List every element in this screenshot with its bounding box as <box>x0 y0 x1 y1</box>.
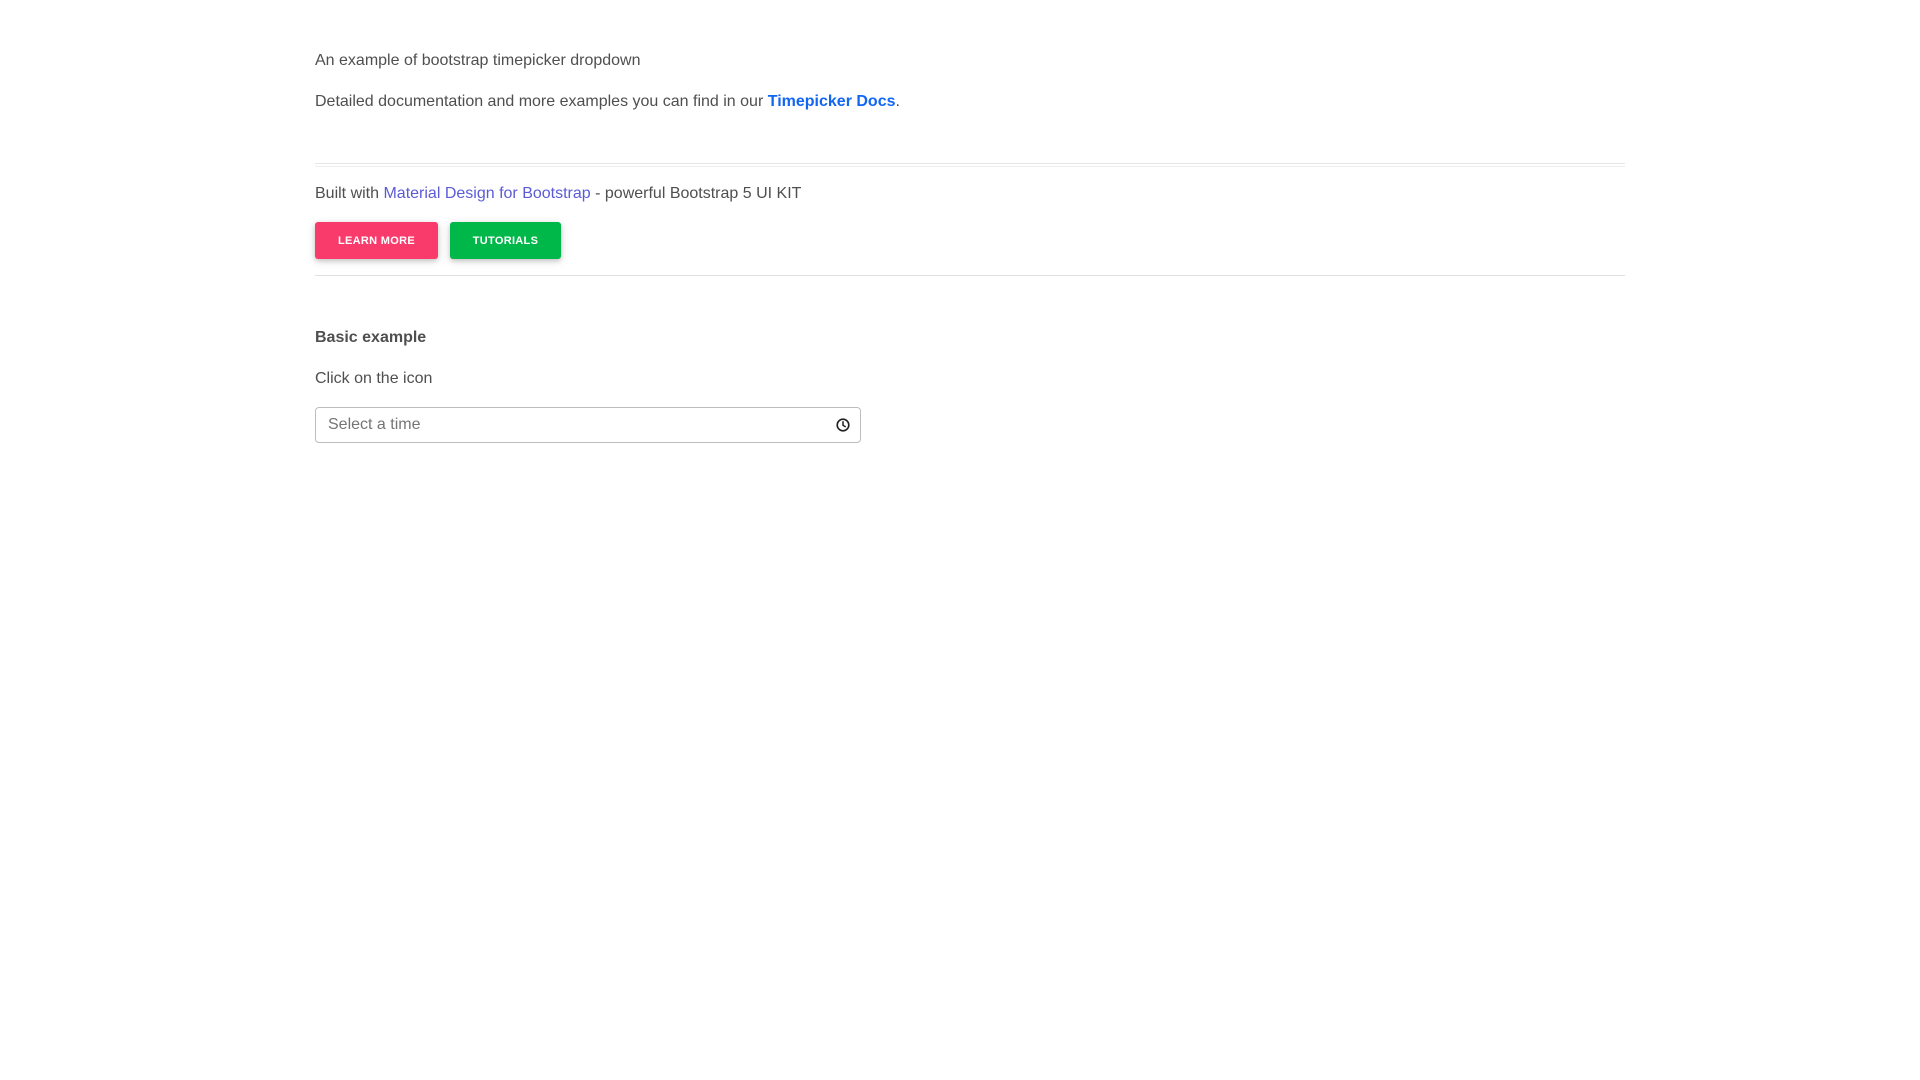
click-hint-text: Click on the icon <box>315 370 433 387</box>
built-suffix: - powerful Bootstrap 5 UI KIT <box>590 185 802 202</box>
built-prefix: Built with <box>315 185 384 202</box>
timepicker-field <box>315 407 861 443</box>
divider-bottom <box>315 275 1625 276</box>
docs-paragraph: Detailed documentation and more examples… <box>315 91 900 113</box>
clock-icon[interactable] <box>834 416 852 434</box>
built-with-text: Built with Material Design for Bootstrap… <box>315 183 801 205</box>
section-title: Basic example <box>315 329 427 346</box>
docs-suffix: . <box>895 93 900 110</box>
learn-more-button[interactable]: LEARN MORE <box>315 222 438 259</box>
time-input[interactable] <box>316 408 816 442</box>
timepicker-docs-link[interactable]: Timepicker Docs <box>768 93 896 110</box>
docs-prefix: Detailed documentation and more examples… <box>315 93 768 110</box>
clock-icon-svg <box>836 418 850 432</box>
page: An example of bootstrap timepicker dropd… <box>0 0 1920 1080</box>
tutorials-button[interactable]: TUTORIALS <box>450 222 561 259</box>
divider-top <box>315 163 1625 167</box>
intro-text: An example of bootstrap timepicker dropd… <box>315 52 641 69</box>
mdb-link[interactable]: Material Design for Bootstrap <box>383 185 590 202</box>
